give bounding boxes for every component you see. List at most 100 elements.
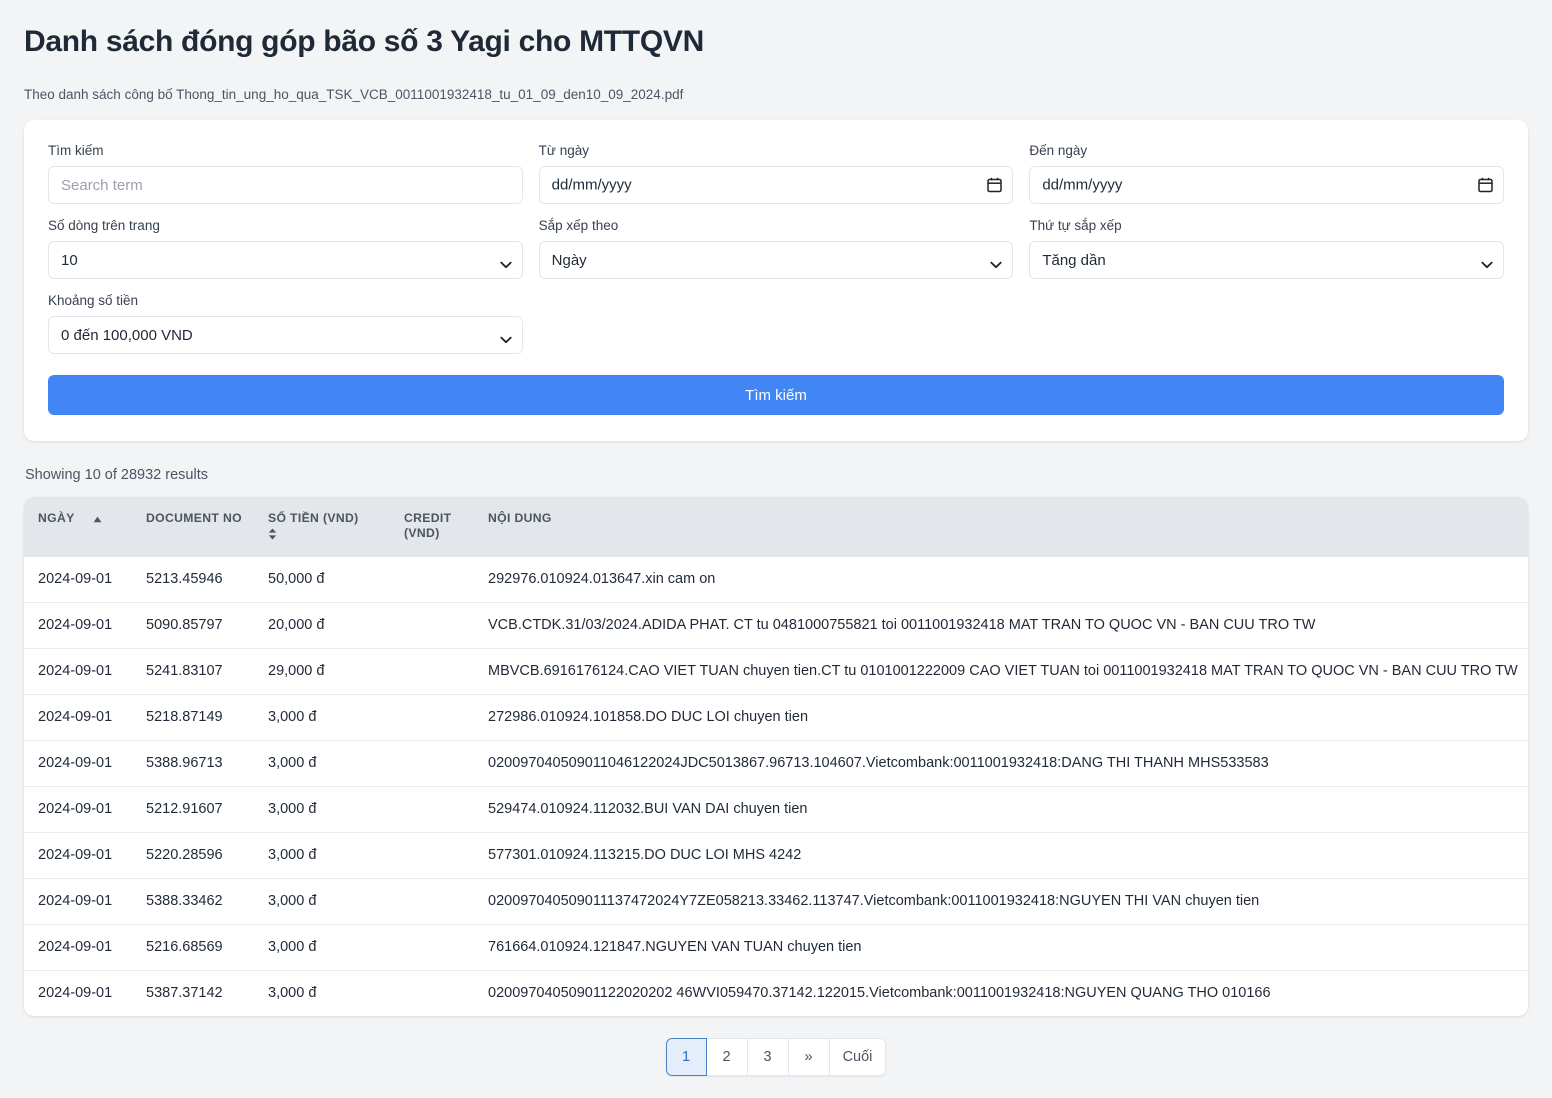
cell-document-no: 5090.85797: [146, 602, 268, 649]
search-input[interactable]: [48, 166, 523, 204]
column-header-credit[interactable]: CREDIT (VND): [404, 497, 488, 557]
table-row: 2024-09-01 5213.45946 50,000 đ 292976.01092…: [24, 557, 1528, 603]
column-header-document-no[interactable]: DOCUMENT NO: [146, 497, 268, 557]
cell-date: 2024-09-01: [24, 924, 146, 971]
to-date-wrapper: dd/mm/yyyy: [1029, 166, 1504, 204]
page-container: Danh sách đóng góp bão số 3 Yagi cho MTT…: [0, 0, 1552, 1098]
cell-date: 2024-09-01: [24, 648, 146, 695]
results-table-card: NGÀY DOCUMENT NO SỐ TIỀN (VND) CREDIT (V…: [24, 497, 1528, 1016]
pagination-button-cuối[interactable]: Cuối: [829, 1038, 887, 1076]
sort-by-select[interactable]: Ngày: [538, 241, 1014, 279]
table-row: 2024-09-01 5388.33462 3,000 đ 0200970405090…: [24, 878, 1528, 925]
column-header-content-label: NỘI DUNG: [488, 511, 552, 525]
cell-document-no: 5212.91607: [146, 786, 268, 833]
column-header-amount[interactable]: SỐ TIỀN (VND): [268, 497, 404, 557]
cell-date: 2024-09-01: [24, 970, 146, 1016]
cell-content: 020097040509011046122024JDC5013867.96713…: [488, 740, 1528, 787]
cell-date: 2024-09-01: [24, 694, 146, 741]
cell-date: 2024-09-01: [24, 832, 146, 879]
field-to-date: Đến ngày dd/mm/yyyy: [1029, 142, 1504, 217]
field-from-date: Từ ngày dd/mm/yyyy: [538, 142, 1014, 217]
column-header-content[interactable]: NỘI DUNG: [488, 497, 1528, 557]
cell-date: 2024-09-01: [38, 571, 113, 587]
cell-credit: [404, 648, 488, 695]
column-header-amount-label: SỐ TIỀN (VND): [268, 511, 359, 525]
search-label: Tìm kiếm: [48, 143, 104, 158]
pagination-button-2[interactable]: 2: [706, 1038, 748, 1076]
cell-date: 2024-09-01: [24, 878, 146, 925]
sort-by-wrapper: Ngày: [538, 241, 1014, 279]
table-row: 2024-09-01 5216.68569 3,000 đ 761664.010924…: [24, 924, 1528, 971]
to-date-input[interactable]: [1029, 166, 1504, 204]
pagination-button-»[interactable]: »: [788, 1038, 830, 1076]
cell-content: MBVCB.6916176124.CAO VIET TUAN chuyen ti…: [488, 648, 1528, 695]
pagination-button-1[interactable]: 1: [665, 1038, 707, 1076]
cell-content: 292976.010924.013647.xin cam on: [488, 571, 716, 587]
from-date-label: Từ ngày: [538, 143, 589, 158]
cell-document-no: 5216.68569: [146, 924, 268, 971]
page-title: Danh sách đóng góp bão số 3 Yagi cho MTT…: [24, 25, 704, 58]
field-amount-range: Khoảng số tiền 0 đến 100,000 VND: [48, 292, 523, 367]
table-row: 2024-09-01 5220.28596 3,000 đ 577301.010924…: [24, 832, 1528, 879]
cell-credit: [404, 557, 488, 603]
cell-credit: [404, 878, 488, 925]
field-search: Tìm kiếm: [48, 142, 523, 217]
amount-range-select[interactable]: 0 đến 100,000 VND: [48, 316, 523, 354]
cell-content: 272986.010924.101858.DO DUC LOI chuyen t…: [488, 694, 1528, 741]
table-row: 2024-09-01 5212.91607 3,000 đ 529474.010924…: [24, 786, 1528, 833]
table-body: 2024-09-01 5213.45946 50,000 đ 292976.01092…: [24, 557, 1528, 1016]
cell-document-no: 5213.45946: [146, 571, 223, 587]
rows-per-page-select[interactable]: 10: [48, 241, 523, 279]
table-row: 2024-09-01 5388.96713 3,000 đ 0200970405090…: [24, 740, 1528, 787]
pagination-wrapper: 1 2 3» Cuối: [24, 1016, 1528, 1088]
column-header-date[interactable]: NGÀY: [24, 497, 146, 557]
table-row: 2024-09-01 5218.87149 3,000 đ 272986.010924…: [24, 694, 1528, 741]
cell-credit: [404, 970, 488, 1016]
sort-unsorted-icon: [268, 528, 277, 540]
amount-range-label: Khoảng số tiền: [48, 293, 139, 308]
cell-amount: 3,000 đ: [268, 832, 404, 879]
results-count: Showing 10 of 28932 results: [25, 467, 208, 483]
cell-amount: 3,000 đ: [268, 740, 404, 787]
cell-amount: 3,000 đ: [268, 694, 404, 741]
column-header-date-label: NGÀY: [38, 511, 75, 525]
cell-content: 761664.010924.121847.NGUYEN VAN TUAN chu…: [488, 924, 1528, 971]
table-header-row: NGÀY DOCUMENT NO SỐ TIỀN (VND) CREDIT (V…: [24, 497, 1528, 557]
cell-date: 2024-09-01: [24, 786, 146, 833]
page-subtitle: Theo danh sách công bố Thong_tin_ung_ho_…: [24, 87, 684, 102]
cell-content: 020097040509011137472024Y7ZE058213.33462…: [488, 878, 1528, 925]
cell-content: 529474.010924.112032.BUI VAN DAI chuyen …: [488, 786, 1528, 833]
cell-amount: 20,000 đ: [268, 602, 404, 649]
cell-content: VCB.CTDK.31/03/2024.ADIDA PHAT. CT tu 04…: [488, 602, 1528, 649]
amount-range-wrapper: 0 đến 100,000 VND: [48, 316, 523, 354]
filter-panel: Tìm kiếm Từ ngày dd/mm/yyyy: [24, 120, 1528, 441]
cell-credit: [404, 832, 488, 879]
sort-order-select[interactable]: Tăng dần: [1029, 241, 1504, 279]
to-date-label: Đến ngày: [1029, 143, 1088, 158]
rows-per-page-label: Số dòng trên trang: [48, 218, 160, 233]
search-submit-button[interactable]: Tìm kiếm: [48, 375, 1504, 415]
cell-date: 2024-09-01: [24, 602, 146, 649]
pagination-button-3[interactable]: 3: [747, 1038, 789, 1076]
cell-amount: 3,000 đ: [268, 970, 404, 1016]
cell-content: 02009704050901122020202 46WVI059470.3714…: [488, 970, 1528, 1016]
cell-document-no: 5241.83107: [146, 648, 268, 695]
table-row: 2024-09-01 5387.37142 3,000 đ 0200970405090…: [24, 970, 1528, 1016]
rows-per-page-wrapper: 10: [48, 241, 523, 279]
cell-credit: [404, 602, 488, 649]
from-date-wrapper: dd/mm/yyyy: [538, 166, 1014, 204]
cell-credit: [404, 740, 488, 787]
from-date-input[interactable]: [538, 166, 1014, 204]
sort-order-wrapper: Tăng dần: [1029, 241, 1504, 279]
sort-order-label: Thứ tự sắp xếp: [1029, 218, 1122, 233]
cell-document-no: 5388.96713: [146, 740, 268, 787]
cell-amount: 29,000 đ: [268, 648, 404, 695]
cell-amount: 3,000 đ: [268, 878, 404, 925]
column-header-credit-label: CREDIT (VND): [404, 511, 452, 540]
cell-credit: [404, 924, 488, 971]
cell-amount: 3,000 đ: [268, 924, 404, 971]
cell-document-no: 5387.37142: [146, 970, 268, 1016]
table-row: 2024-09-01 5241.83107 29,000 đ MBVCB.691617…: [24, 648, 1528, 695]
table-row: 2024-09-01 5090.85797 20,000 đ VCB.CTDK.31/…: [24, 602, 1528, 649]
cell-amount: 50,000 đ: [268, 571, 325, 587]
